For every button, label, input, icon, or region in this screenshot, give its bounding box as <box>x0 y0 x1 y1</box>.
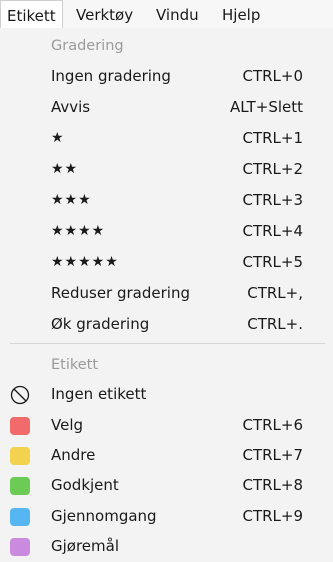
menu-item-rating-2[interactable]: ★★ CTRL+2 <box>0 154 333 185</box>
menu-item-rating-1[interactable]: ★ CTRL+1 <box>0 123 333 154</box>
menu-item-shortcut: CTRL+8 <box>242 476 303 494</box>
menu-item-label: Avvis <box>51 98 91 116</box>
menu-item-rating-5[interactable]: ★★★★★ CTRL+5 <box>0 247 333 278</box>
star-rating-label: ★★ <box>51 161 79 177</box>
menu-item-shortcut: CTRL+4 <box>242 222 303 240</box>
menu-item-andre[interactable]: Andre CTRL+7 <box>0 440 333 471</box>
menu-item-label: Gjennomgang <box>51 507 157 525</box>
menu-item-shortcut: CTRL+. <box>247 315 303 333</box>
menu-hjelp-label: Hjelp <box>222 6 261 24</box>
menu-item-label: Godkjent <box>51 476 119 494</box>
menu-item-label: Øk gradering <box>51 315 150 333</box>
menu-item-label: Reduser gradering <box>51 284 190 302</box>
menu-item-velg[interactable]: Velg CTRL+6 <box>0 410 333 441</box>
menu-item-ingen-gradering[interactable]: Ingen gradering CTRL+0 <box>0 61 333 92</box>
menu-item-ingen-etikett[interactable]: Ingen etikett <box>0 379 333 410</box>
menu-item-shortcut: CTRL+2 <box>242 160 303 178</box>
green-color-swatch-icon <box>10 477 30 495</box>
menu-item-shortcut: CTRL+7 <box>242 446 303 464</box>
etikett-dropdown-menu: Gradering Ingen gradering CTRL+0 Avvis A… <box>0 28 333 559</box>
menu-item-ok-gradering[interactable]: Øk gradering CTRL+. <box>0 309 333 340</box>
menu-item-shortcut: CTRL+3 <box>242 191 303 209</box>
red-color-swatch-icon <box>10 417 30 435</box>
menu-item-label: Andre <box>51 446 96 464</box>
menu-item-rating-3[interactable]: ★★★ CTRL+3 <box>0 185 333 216</box>
menu-item-shortcut: CTRL+0 <box>242 67 303 85</box>
blue-color-swatch-icon <box>10 508 30 526</box>
menu-verktoy[interactable]: Verktøy <box>70 0 139 28</box>
no-label-icon <box>10 385 30 405</box>
menu-item-label: Velg <box>51 416 84 434</box>
menu-item-rating-4[interactable]: ★★★★ CTRL+4 <box>0 216 333 247</box>
label-section-header: Etikett <box>51 357 99 373</box>
menu-item-shortcut: ALT+Slett <box>230 98 303 116</box>
star-rating-label: ★★★★ <box>51 223 106 239</box>
menu-item-reduser-gradering[interactable]: Reduser gradering CTRL+, <box>0 278 333 309</box>
menu-hjelp[interactable]: Hjelp <box>216 0 266 28</box>
menu-bar: Etikett Verktøy Vindu Hjelp <box>0 0 333 29</box>
menu-item-gjennomgang[interactable]: Gjennomgang CTRL+9 <box>0 501 333 532</box>
star-rating-label: ★ <box>51 130 65 146</box>
purple-color-swatch-icon <box>10 538 30 556</box>
menu-item-shortcut: CTRL+5 <box>242 253 303 271</box>
menu-item-label: Ingen etikett <box>51 385 147 403</box>
menu-etikett-label: Etikett <box>7 7 56 25</box>
menu-item-godkjent[interactable]: Godkjent CTRL+8 <box>0 470 333 501</box>
menu-item-shortcut: CTRL+6 <box>242 416 303 434</box>
menu-vindu-label: Vindu <box>156 6 199 24</box>
menu-vindu[interactable]: Vindu <box>150 0 205 28</box>
menu-item-avvis[interactable]: Avvis ALT+Slett <box>0 92 333 123</box>
menu-verktoy-label: Verktøy <box>76 6 134 24</box>
menu-item-shortcut: CTRL+, <box>247 284 303 302</box>
menu-item-shortcut: CTRL+9 <box>242 507 303 525</box>
rating-section-header: Gradering <box>51 38 124 54</box>
menu-etikett[interactable]: Etikett <box>0 0 63 29</box>
star-rating-label: ★★★ <box>51 192 92 208</box>
menu-item-shortcut: CTRL+1 <box>242 129 303 147</box>
menu-item-gjoremal[interactable]: Gjøremål <box>0 531 333 562</box>
star-rating-label: ★★★★★ <box>51 254 119 270</box>
menu-item-label: Gjøremål <box>51 537 120 555</box>
yellow-color-swatch-icon <box>10 447 30 465</box>
menu-item-label: Ingen gradering <box>51 67 171 85</box>
menu-divider <box>10 343 325 344</box>
